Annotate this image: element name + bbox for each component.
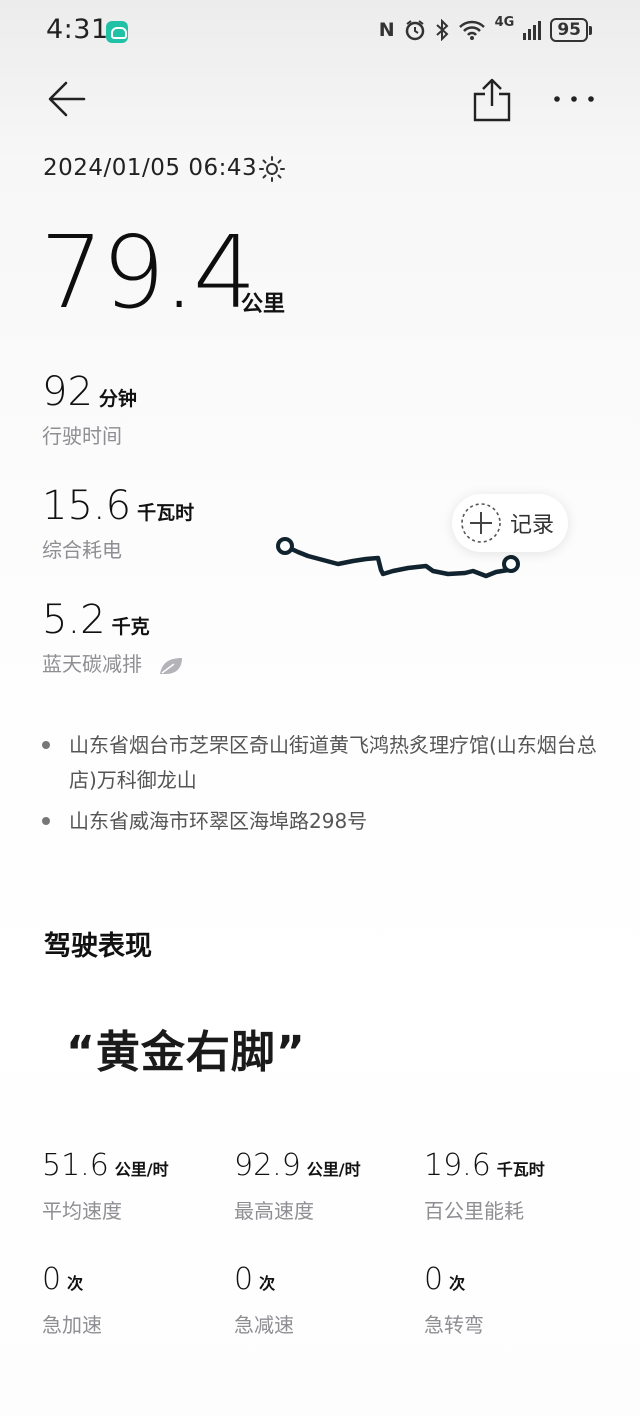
max-speed-stat: 92.9 公里/时 最高速度 (234, 1148, 361, 1224)
stat-unit: 公里/时 (114, 1160, 169, 1179)
carbon-label-row: 蓝天碳减排 (42, 648, 184, 677)
stat-unit: 次 (67, 1274, 84, 1293)
section-title: 驾驶表现 (44, 931, 152, 962)
network-type: 4G (494, 15, 515, 30)
share-icon[interactable] (472, 78, 512, 122)
stat-label: 急转弯 (424, 1313, 484, 1337)
sun-icon (259, 156, 285, 182)
record-label: 记录 (510, 513, 555, 538)
duration-label: 行驶时间 (42, 424, 122, 448)
duration-value: 92 (42, 369, 93, 415)
trip-date: 2024/01/05 06:43 (43, 155, 258, 181)
duration-stat: 92 分钟 行驶时间 (42, 370, 137, 449)
battery-indicator: 95 (550, 18, 592, 42)
carbon-unit: 千克 (111, 616, 150, 638)
distance-unit: 公里 (241, 292, 286, 317)
stat-value: 0 (424, 1262, 444, 1297)
avg-speed-stat: 51.6 公里/时 平均速度 (42, 1148, 169, 1224)
energy-unit: 千瓦时 (137, 502, 195, 524)
hard-accel-stat: 0次 急加速 (42, 1262, 102, 1338)
stat-label: 最高速度 (234, 1199, 314, 1223)
plus-icon (461, 503, 501, 543)
carbon-label: 蓝天碳减排 (42, 652, 142, 676)
energy-label: 综合耗电 (42, 538, 122, 562)
energy-stat: 15.6 千瓦时 综合耗电 (42, 484, 194, 563)
bullet-dot (42, 741, 50, 749)
stat-value: 51.6 (42, 1148, 109, 1183)
record-button[interactable]: 记录 (452, 494, 568, 552)
stat-value: 0 (42, 1262, 62, 1297)
stat-label: 百公里能耗 (424, 1199, 524, 1223)
sharp-turn-stat: 0次 急转弯 (424, 1262, 484, 1338)
route-start-marker (276, 537, 294, 555)
carbon-value: 5.2 (42, 597, 106, 643)
duration-unit: 分钟 (98, 388, 137, 410)
leaf-icon (160, 657, 183, 674)
battery-tip (589, 25, 592, 35)
stat-label: 急加速 (42, 1313, 102, 1337)
stat-label: 平均速度 (42, 1199, 122, 1223)
status-icons: N 4G 95 (378, 15, 592, 43)
stat-value: 19.6 (424, 1148, 491, 1183)
stat-unit: 次 (449, 1274, 466, 1293)
status-time: 4:31 (46, 14, 109, 45)
list-item: 山东省威海市环翠区海埠路298号 (42, 804, 602, 839)
driving-style-quote: “黄金右脚” (66, 1027, 306, 1078)
battery-level: 95 (550, 18, 588, 42)
stat-value: 0 (234, 1262, 254, 1297)
address-list: 山东省烟台市芝罘区奇山街道黄飞鸿热炙理疗馆(山东烟台总店)万科御龙山 山东省威海… (42, 728, 602, 845)
start-address: 山东省烟台市芝罘区奇山街道黄飞鸿热炙理疗馆(山东烟台总店)万科御龙山 (69, 733, 597, 792)
distance-value: 79.4 (40, 214, 257, 331)
nfc-icon: N (378, 19, 395, 41)
route-end-marker (502, 555, 520, 573)
alarm-icon (405, 20, 424, 41)
more-options-icon[interactable] (552, 86, 596, 112)
app-notification-icon (106, 21, 128, 43)
hard-brake-stat: 0次 急减速 (234, 1262, 294, 1338)
bullet-dot (42, 817, 50, 825)
energy-value: 15.6 (42, 483, 132, 529)
bluetooth-icon (435, 19, 449, 41)
energy-per-100km-stat: 19.6 千瓦时 百公里能耗 (424, 1148, 545, 1224)
stat-value: 92.9 (234, 1148, 301, 1183)
wifi-icon (458, 20, 485, 40)
end-address: 山东省威海市环翠区海埠路298号 (69, 809, 368, 833)
stat-unit: 千瓦时 (496, 1160, 545, 1179)
stat-label: 急减速 (234, 1313, 294, 1337)
stat-unit: 次 (259, 1274, 276, 1293)
signal-icon (523, 21, 542, 40)
list-item: 山东省烟台市芝罘区奇山街道黄飞鸿热炙理疗馆(山东烟台总店)万科御龙山 (42, 728, 602, 798)
back-arrow-icon[interactable] (46, 78, 88, 120)
carbon-stat: 5.2 千克 蓝天碳减排 (42, 598, 184, 677)
stat-unit: 公里/时 (306, 1160, 361, 1179)
